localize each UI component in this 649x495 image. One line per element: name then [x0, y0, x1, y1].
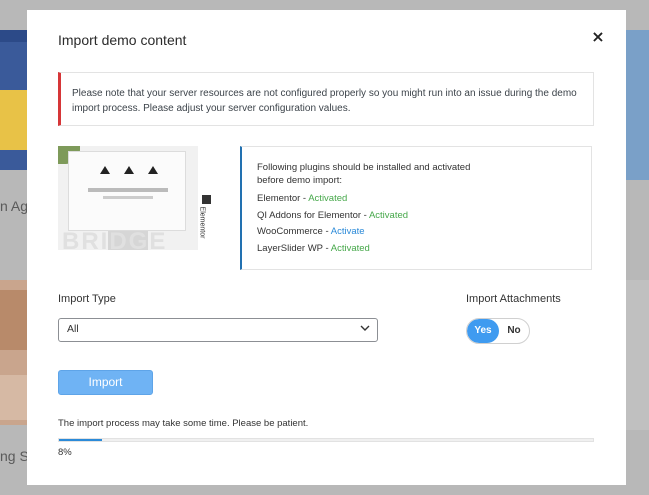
import-type-select[interactable]: All: [58, 318, 378, 342]
import-attachments-label: Import Attachments: [466, 293, 561, 305]
toggle-yes-button[interactable]: Yes: [467, 319, 499, 343]
progress-fill: [59, 439, 102, 441]
server-notice: Please note that your server resources a…: [58, 72, 594, 126]
elementor-icon: [202, 195, 211, 204]
plugin-status: Activated: [330, 242, 370, 254]
preview-brand-text: BRIDGE: [62, 228, 168, 250]
progress-percent: 8%: [58, 447, 72, 458]
import-type-label: Import Type: [58, 293, 116, 305]
import-progress-bar: [58, 438, 594, 442]
plugin-activate-link[interactable]: Activate: [331, 226, 365, 237]
elementor-badge: Elementor: [198, 195, 214, 245]
plugins-intro: Following plugins should be installed an…: [257, 162, 471, 186]
background-thumbnail: [626, 280, 649, 430]
plugin-row: QI Addons for Elementor - Activated: [257, 209, 409, 221]
chevron-down-icon: [360, 325, 370, 331]
plugin-row: Elementor - Activated: [257, 193, 348, 204]
plugin-status: Activated: [308, 193, 348, 204]
import-button[interactable]: Import: [58, 370, 153, 395]
toggle-no-button[interactable]: No: [499, 319, 529, 343]
background-thumbnail: [0, 280, 30, 425]
demo-preview-image: BRIDGE: [58, 146, 198, 250]
plugin-row: LayerSlider WP - Activated: [257, 242, 370, 254]
plugin-row: WooCommerce - Activate: [257, 226, 365, 237]
import-type-value: All: [67, 323, 79, 335]
background-thumbnail: [0, 30, 30, 170]
required-plugins-box: Following plugins should be installed an…: [240, 146, 592, 270]
background-text: ng S: [0, 448, 29, 464]
background-text: n Ag: [0, 198, 29, 214]
plugin-status: Activated: [368, 209, 409, 221]
import-attachments-toggle[interactable]: Yes No: [466, 318, 530, 344]
close-icon[interactable]: ×: [590, 28, 606, 46]
background-thumbnail: [626, 30, 649, 180]
process-note: The import process may take some time. P…: [58, 418, 309, 429]
import-demo-modal: Import demo content × Please note that y…: [27, 10, 626, 485]
modal-title: Import demo content: [58, 32, 187, 48]
